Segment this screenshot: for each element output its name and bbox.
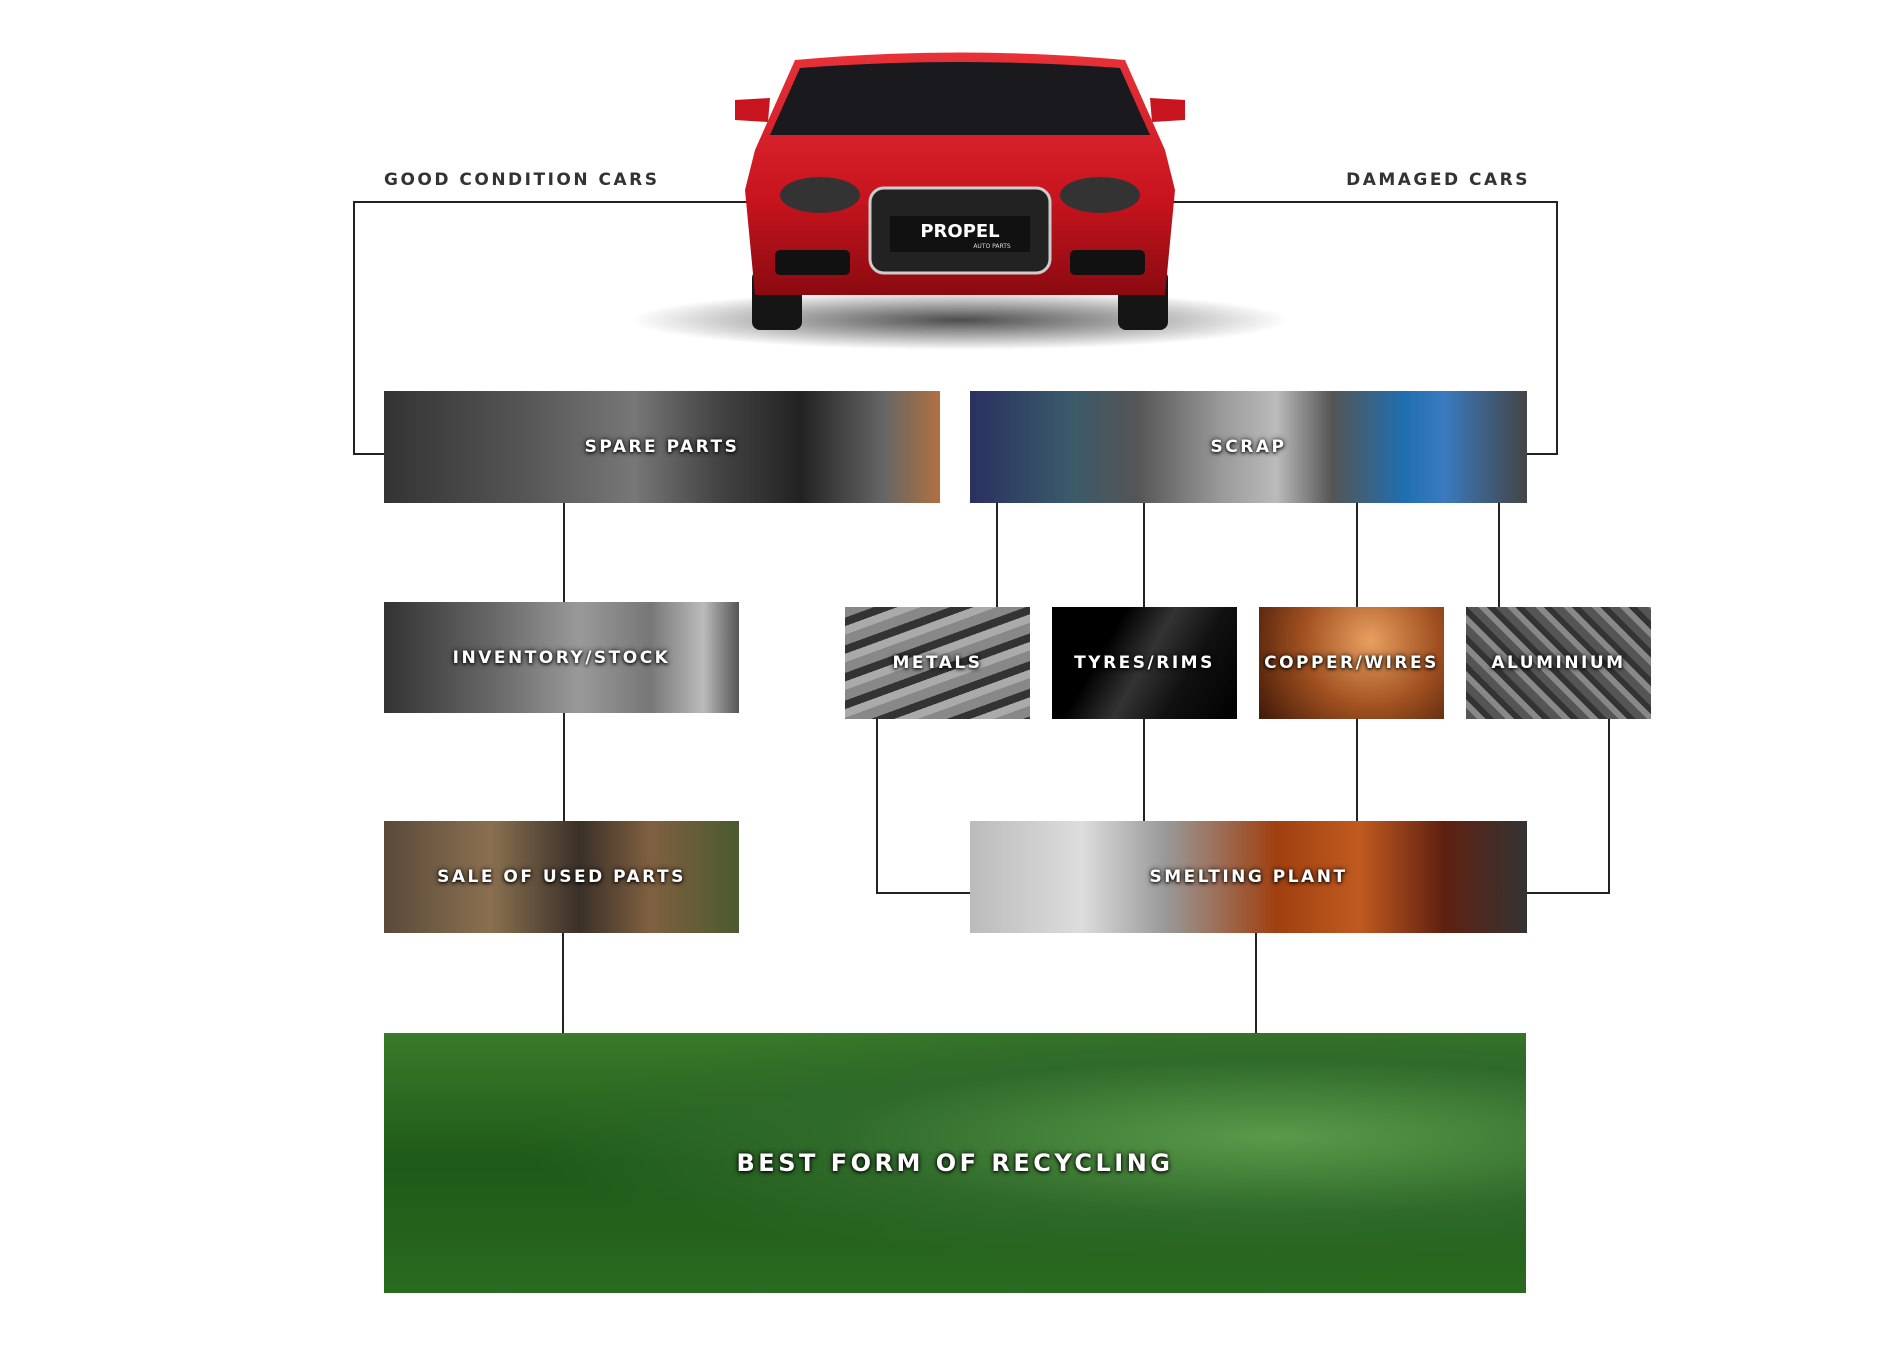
node-label: METALS	[892, 653, 983, 673]
node-label: SPARE PARTS	[584, 437, 740, 457]
node-aluminium: ALUMINIUM	[1466, 607, 1651, 719]
car-brand-subtitle: AUTO PARTS	[973, 243, 1011, 250]
node-label: COPPER/WIRES	[1264, 653, 1439, 673]
connector	[1527, 453, 1558, 455]
connector	[876, 719, 878, 894]
node-label: SCRAP	[1210, 437, 1287, 457]
connector	[1556, 201, 1558, 455]
connector	[563, 713, 565, 821]
car-image: PROPEL AUTO PARTS	[630, 52, 1290, 350]
node-tyres-rims: TYRES/RIMS	[1052, 607, 1237, 719]
connector	[563, 503, 565, 602]
connector	[996, 503, 998, 607]
node-inventory-stock: INVENTORY/STOCK	[384, 602, 739, 713]
connector	[1143, 503, 1145, 607]
node-label: INVENTORY/STOCK	[452, 647, 671, 668]
node-spare-parts: SPARE PARTS	[384, 391, 940, 503]
node-metals: METALS	[845, 607, 1030, 719]
recycling-flow-diagram: GOOD CONDITION CARS DAMAGED CARS PROPEL …	[0, 0, 1900, 1368]
connector	[562, 933, 564, 1033]
node-label: BEST FORM OF RECYCLING	[736, 1149, 1174, 1177]
node-best-form-of-recycling: BEST FORM OF RECYCLING	[384, 1033, 1526, 1293]
node-scrap: SCRAP	[970, 391, 1527, 503]
node-label: SMELTING PLANT	[1149, 867, 1348, 887]
connector	[353, 453, 384, 455]
node-copper-wires: COPPER/WIRES	[1259, 607, 1444, 719]
node-smelting-plant: SMELTING PLANT	[970, 821, 1527, 933]
node-label: ALUMINIUM	[1491, 653, 1626, 673]
car-brand-logo: PROPEL	[920, 221, 999, 242]
connector	[1498, 503, 1500, 607]
connector	[876, 892, 970, 894]
connector	[1255, 933, 1257, 1033]
node-label: TYRES/RIMS	[1074, 653, 1215, 673]
node-sale-of-used-parts: SALE OF USED PARTS	[384, 821, 739, 933]
connector	[353, 201, 355, 455]
connector	[1356, 503, 1358, 607]
connector	[1143, 719, 1145, 821]
node-label: SALE OF USED PARTS	[437, 867, 686, 887]
good-condition-label: GOOD CONDITION CARS	[384, 170, 660, 190]
connector	[1527, 892, 1610, 894]
damaged-cars-label: DAMAGED CARS	[1346, 170, 1530, 190]
connector	[1608, 719, 1610, 894]
connector	[1356, 719, 1358, 821]
